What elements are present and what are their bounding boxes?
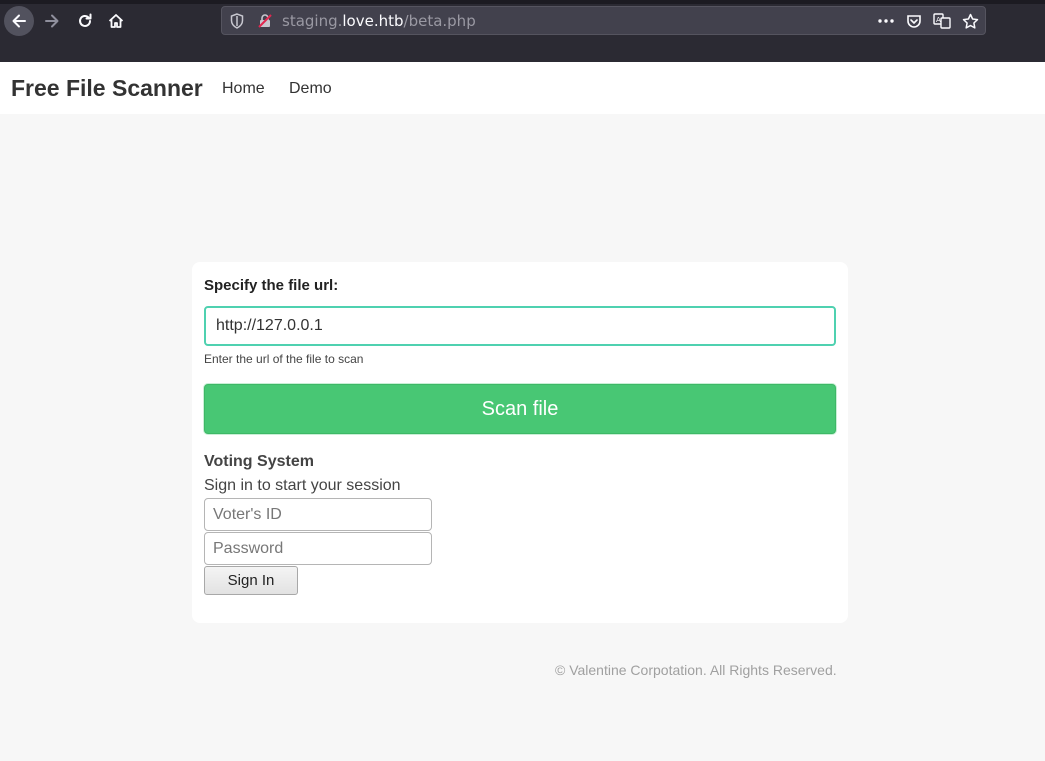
sign-in-button[interactable]: Sign In <box>204 566 298 595</box>
site-navbar: Free File Scanner Home Demo <box>0 62 1045 114</box>
translate-icon[interactable]: A <box>933 12 951 30</box>
pocket-icon[interactable] <box>905 12 923 30</box>
nav-link-home[interactable]: Home <box>222 80 265 98</box>
voter-id-input[interactable] <box>204 498 432 531</box>
insecure-lock-icon[interactable] <box>257 13 273 34</box>
url-host: love.htb <box>342 12 404 30</box>
footer-copyright: © Valentine Corpotation. All Rights Rese… <box>555 662 837 678</box>
url-text[interactable]: staging.love.htb/beta.php <box>282 12 476 30</box>
shield-icon[interactable] <box>230 13 244 34</box>
tab-strip <box>0 0 1045 4</box>
voting-title: Voting System <box>204 453 314 470</box>
reload-button[interactable] <box>70 6 100 36</box>
voting-subtitle: Sign in to start your session <box>204 477 401 494</box>
more-icon[interactable] <box>877 12 895 30</box>
forward-button[interactable] <box>37 6 67 36</box>
back-icon <box>12 14 26 28</box>
url-actions: A <box>877 12 979 30</box>
file-url-input[interactable] <box>204 306 836 346</box>
forward-icon <box>45 14 59 28</box>
nav-link-demo[interactable]: Demo <box>289 80 332 98</box>
reload-icon <box>79 13 92 27</box>
home-button[interactable] <box>101 6 131 36</box>
browser-toolbar: staging.love.htb/beta.php A <box>0 0 1045 62</box>
star-icon[interactable] <box>961 12 979 30</box>
file-url-label: Specify the file url: <box>204 277 339 294</box>
url-path: /beta.php <box>403 12 476 30</box>
site-brand[interactable]: Free File Scanner <box>11 75 203 102</box>
home-icon <box>108 14 124 28</box>
file-url-help: Enter the url of the file to scan <box>204 352 364 366</box>
svg-text:A: A <box>936 16 941 24</box>
password-input[interactable] <box>204 532 432 565</box>
back-button[interactable] <box>4 6 34 36</box>
scanner-card: Specify the file url: Enter the url of t… <box>192 262 848 623</box>
scan-file-button[interactable]: Scan file <box>204 384 836 434</box>
url-prefix: staging. <box>282 12 343 30</box>
address-bar[interactable]: staging.love.htb/beta.php A <box>221 6 986 35</box>
